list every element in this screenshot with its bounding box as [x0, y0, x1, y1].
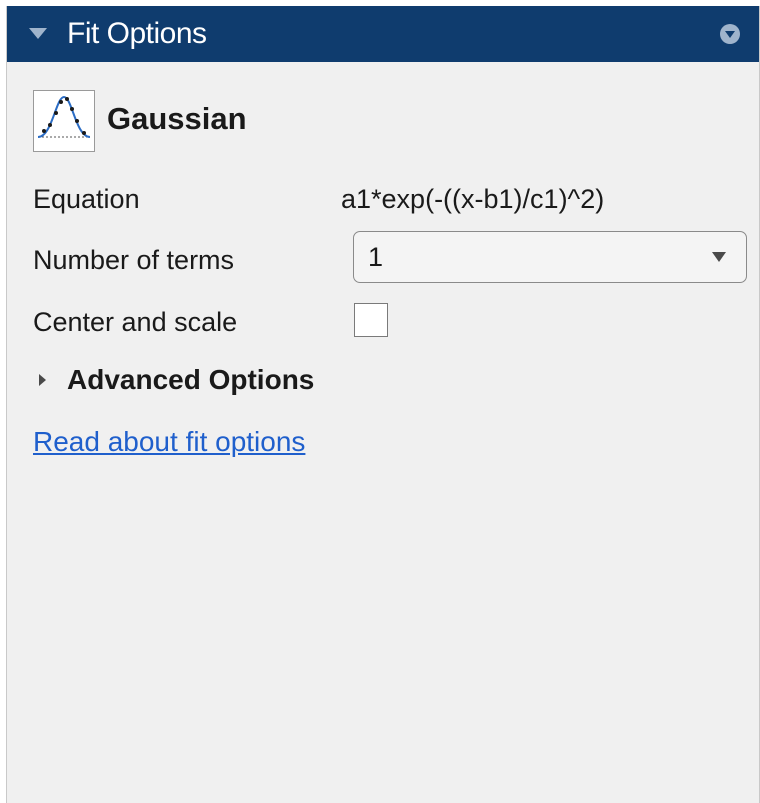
number-of-terms-dropdown[interactable]: 1 [353, 231, 747, 283]
triangle-down-icon[interactable] [29, 28, 47, 39]
center-and-scale-label: Center and scale [33, 307, 238, 337]
advanced-options-toggle[interactable]: Advanced Options [67, 363, 314, 397]
panel-title: Fit Options [67, 17, 207, 50]
equation-value: a1*exp(-((x-b1)/c1)^2) [341, 184, 605, 214]
center-and-scale-checkbox[interactable] [354, 303, 388, 337]
triangle-right-icon[interactable] [39, 374, 46, 386]
equation-label: Equation [33, 184, 140, 214]
read-about-fit-options-link[interactable]: Read about fit options [33, 425, 305, 459]
panel-header[interactable]: Fit Options [7, 6, 759, 62]
number-of-terms-label: Number of terms [33, 245, 235, 275]
help-circle-icon[interactable] [719, 23, 741, 45]
gaussian-fit-icon [33, 90, 95, 152]
fit-options-panel: Fit Options Gaussian Equation a1*exp(-((… [6, 6, 760, 803]
chevron-down-icon [712, 252, 726, 262]
number-of-terms-value: 1 [368, 242, 384, 272]
fit-type-label: Gaussian [107, 101, 247, 136]
